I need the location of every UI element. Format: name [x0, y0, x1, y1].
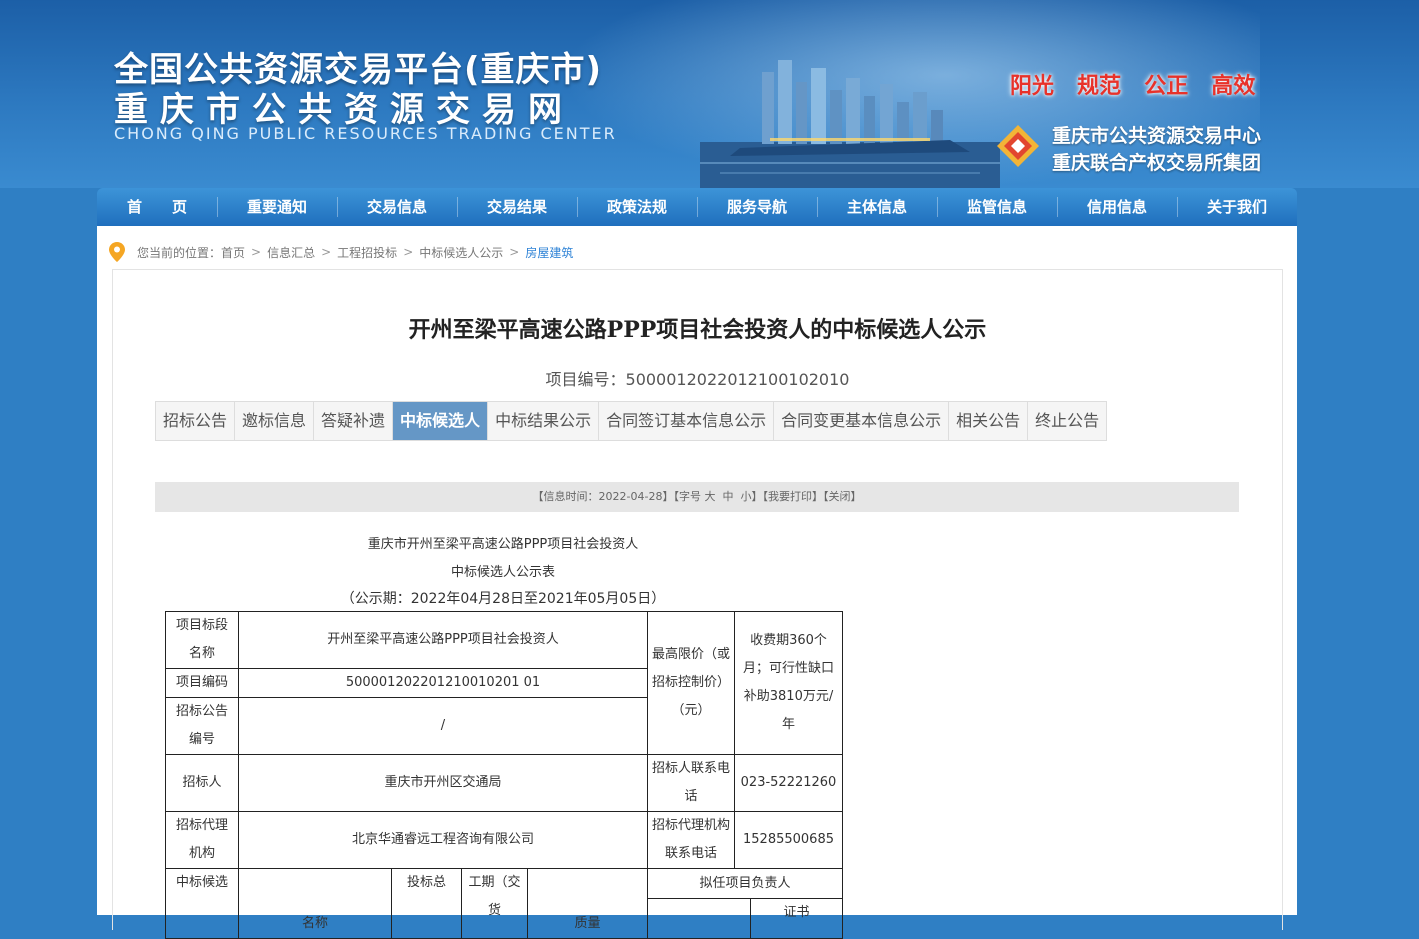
- table-value: 500001202201210010201 01: [238, 668, 648, 698]
- slogan: 阳光: [1010, 74, 1055, 99]
- tab-contract-signing[interactable]: 合同签订基本信息公示: [599, 402, 775, 440]
- breadcrumb-prefix: 您当前的位置：: [137, 245, 222, 260]
- table-label: 招标公告编号: [165, 697, 239, 755]
- breadcrumb-current[interactable]: 房屋建筑: [525, 244, 573, 261]
- nav-item-trade-info[interactable]: 交易信息: [337, 188, 457, 226]
- org-name-line2: 重庆联合产权交易所集团: [1052, 152, 1262, 174]
- nav-item-about[interactable]: 关于我们: [1177, 188, 1297, 226]
- slogans: 阳光 规范 公正 高效: [1010, 68, 1273, 100]
- font-large-button[interactable]: 大: [704, 490, 715, 503]
- tab-tender-notice[interactable]: 招标公告: [156, 402, 236, 440]
- table-value: /: [238, 697, 648, 755]
- font-size-label: 【字号: [673, 490, 705, 503]
- tab-contract-change[interactable]: 合同变更基本信息公示: [774, 402, 950, 440]
- breadcrumb-separator: >: [321, 245, 332, 259]
- nav-item-home[interactable]: 首 页: [97, 188, 217, 226]
- table-label: 项目编码: [165, 668, 239, 698]
- notice-period: （公示期：2022年04月28日至2021年05月05日）: [340, 591, 666, 607]
- table-header: 拟任项目负责人: [647, 868, 843, 899]
- slogan: 公正: [1144, 74, 1189, 99]
- slogan: 高效: [1211, 74, 1256, 99]
- font-size-end: 】: [751, 490, 763, 503]
- table-header: 工期（交货: [461, 868, 528, 939]
- nav-item-entity-info[interactable]: 主体信息: [817, 188, 937, 226]
- table-header: 投标总: [391, 868, 462, 939]
- notice-line2: 中标候选人公示表: [450, 565, 555, 580]
- close-button[interactable]: 【关闭】: [823, 490, 862, 503]
- breadcrumb-link[interactable]: 中标候选人公示: [419, 244, 503, 261]
- tab-qa-addendum[interactable]: 答疑补遗: [314, 402, 394, 440]
- nav-item-policies[interactable]: 政策法规: [577, 188, 697, 226]
- table-label: 最高限价（或招标控制价）（元）: [647, 611, 735, 755]
- breadcrumb-separator: >: [509, 245, 520, 259]
- table-value: 023-52221260: [734, 754, 843, 812]
- tab-termination[interactable]: 终止公告: [1028, 402, 1107, 440]
- font-small-button[interactable]: 小: [740, 490, 751, 503]
- nav-item-supervision[interactable]: 监管信息: [937, 188, 1057, 226]
- location-pin-icon: [109, 242, 125, 262]
- table-label: 项目标段名称: [165, 611, 239, 669]
- table-value: 重庆市开州区交通局: [238, 754, 648, 812]
- breadcrumb-separator: >: [403, 245, 414, 259]
- tab-bid-candidates[interactable]: 中标候选人: [393, 402, 489, 440]
- breadcrumb-link[interactable]: 信息汇总: [267, 244, 315, 261]
- candidate-table: 项目标段名称 开州至梁平高速公路PPP项目社会投资人 最高限价（或招标控制价）（…: [165, 611, 843, 939]
- print-button[interactable]: 【我要打印】: [762, 490, 823, 503]
- breadcrumb-link[interactable]: 工程招投标: [337, 244, 397, 261]
- table-label: 招标代理机构: [165, 811, 239, 869]
- center-logo-icon: [997, 125, 1039, 167]
- tab-related-notices[interactable]: 相关公告: [949, 402, 1029, 440]
- document-panel: 开州至梁平高速公路PPP项目社会投资人的中标候选人公示 项目编号：5000012…: [112, 269, 1283, 939]
- table-label: 招标人联系电话: [647, 754, 735, 812]
- info-time: 【信息时间：2022-04-28】: [532, 490, 674, 503]
- breadcrumb-separator: >: [251, 245, 262, 259]
- table-value: 开州至梁平高速公路PPP项目社会投资人: [238, 611, 648, 669]
- main-nav: 首 页 重要通知 交易信息 交易结果 政策法规 服务导航 主体信息 监管信息 信…: [97, 188, 1297, 226]
- breadcrumb-link[interactable]: 首页: [221, 244, 245, 261]
- breadcrumb: 您当前的位置： 首页 > 信息汇总 > 工程招投标 > 中标候选人公示 > 房屋…: [109, 242, 573, 262]
- table-label: 招标代理机构联系电话: [647, 811, 735, 869]
- info-bar: 【信息时间：2022-04-28】【字号 大 中 小】【我要打印】【关闭】: [155, 482, 1239, 512]
- tab-invitation[interactable]: 邀标信息: [235, 402, 315, 440]
- nav-item-credit[interactable]: 信用信息: [1057, 188, 1177, 226]
- document-tabs: 招标公告 邀标信息 答疑补遗 中标候选人 中标结果公示 合同签订基本信息公示 合…: [155, 401, 1108, 441]
- nav-item-notices[interactable]: 重要通知: [217, 188, 337, 226]
- table-cell: [647, 898, 751, 939]
- slogan: 规范: [1077, 74, 1122, 99]
- table-value: 收费期360个月；可行性缺口补助3810万元/年: [734, 611, 843, 755]
- page-title: 开州至梁平高速公路PPP项目社会投资人的中标候选人公示: [408, 317, 987, 343]
- nav-item-service-guide[interactable]: 服务导航: [697, 188, 817, 226]
- notice-line1: 重庆市开州至梁平高速公路PPP项目社会投资人: [367, 537, 639, 552]
- nav-item-trade-results[interactable]: 交易结果: [457, 188, 577, 226]
- table-value: 15285500685: [734, 811, 843, 869]
- city-skyline-image: [700, 60, 1000, 188]
- table-value: 北京华通睿远工程咨询有限公司: [238, 811, 648, 869]
- site-title-english: CHONG QING PUBLIC RESOURCES TRADING CENT…: [114, 124, 617, 143]
- table-header: 质量: [527, 868, 648, 939]
- main-content: 您当前的位置： 首页 > 信息汇总 > 工程招投标 > 中标候选人公示 > 房屋…: [97, 226, 1297, 939]
- tab-award-result[interactable]: 中标结果公示: [488, 402, 600, 440]
- table-label: 招标人: [165, 754, 239, 812]
- table-header: 名称: [238, 868, 392, 939]
- table-label: 中标候选: [165, 868, 239, 939]
- table-header: 证书: [750, 898, 843, 939]
- header-banner: 全国公共资源交易平台(重庆市) 重庆市公共资源交易网 CHONG QING PU…: [0, 0, 1419, 188]
- project-code: 项目编号：5000012022012100102010: [545, 370, 850, 389]
- org-name-line1: 重庆市公共资源交易中心: [1052, 125, 1262, 147]
- font-medium-button[interactable]: 中: [722, 490, 733, 503]
